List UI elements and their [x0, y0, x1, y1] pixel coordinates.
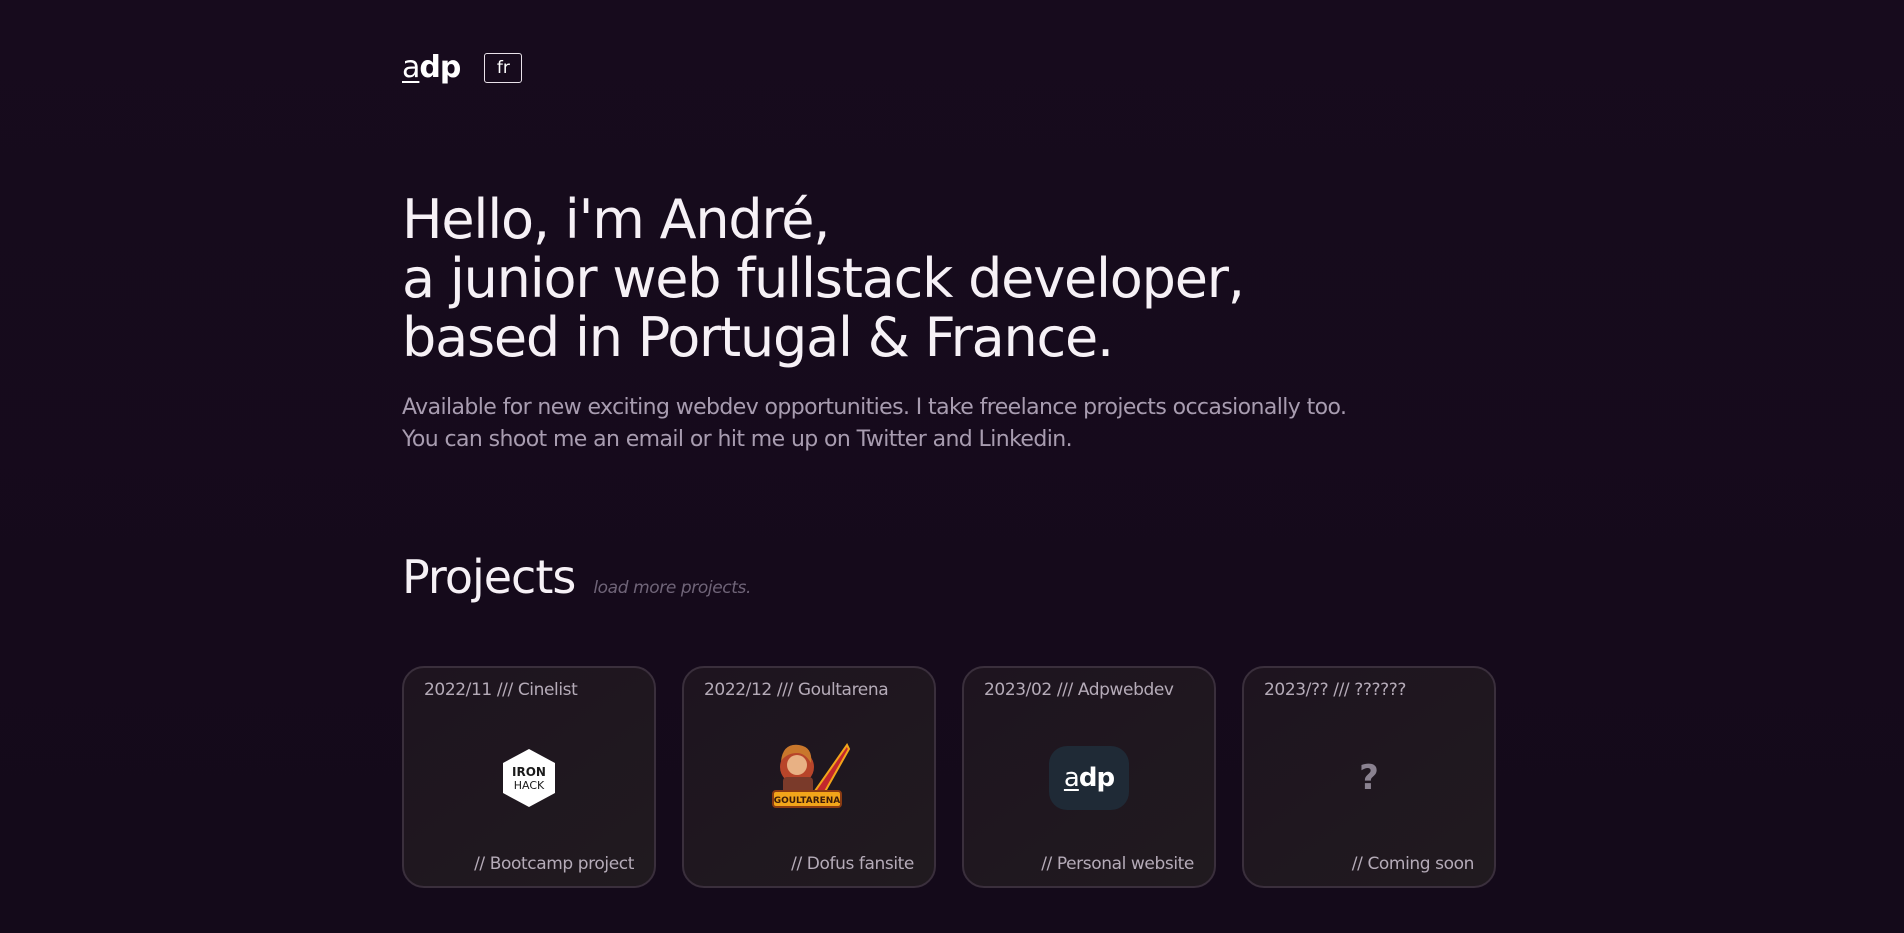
site-logo[interactable]: a dp	[402, 50, 461, 85]
language-toggle-button[interactable]: fr	[484, 52, 523, 83]
hero-line-1: Hello, i'm André,	[402, 188, 830, 251]
project-card-date-title: 2023/02 /// Adpwebdev	[984, 680, 1174, 700]
goultarena-logo-icon: GOULTARENA	[767, 737, 851, 819]
projects-title: Projects	[402, 550, 576, 604]
project-card-date-title: 2022/11 /// Cinelist	[424, 680, 578, 700]
logo-first-letter: a	[402, 50, 420, 85]
projects-grid: 2022/11 /// Cinelist IRON HACK // Bootca…	[402, 666, 1496, 888]
hero-subtitle: Available for new exciting webdev opport…	[402, 392, 1347, 456]
project-card-footer: // Bootcamp project	[474, 854, 634, 874]
project-card-cinelist[interactable]: 2022/11 /// Cinelist IRON HACK // Bootca…	[402, 666, 656, 888]
project-card-date-title: 2022/12 /// Goultarena	[704, 680, 889, 700]
site-header: a dp fr	[402, 50, 523, 85]
hero-line-3: based in Portugal & France.	[402, 306, 1114, 369]
adp-logo-icon: a dp	[1049, 746, 1129, 810]
ironhack-logo-line-2: HACK	[514, 779, 545, 792]
ironhack-logo-line-1: IRON	[512, 765, 546, 779]
hero-subtitle-line-1: Available for new exciting webdev opport…	[402, 395, 1347, 420]
project-card-date-title: 2023/?? /// ??????	[1264, 680, 1406, 700]
adp-badge-first-letter: a	[1063, 763, 1080, 793]
project-card-adpwebdev[interactable]: 2023/02 /// Adpwebdev a dp // Personal we…	[962, 666, 1216, 888]
question-mark-icon: ?	[1359, 758, 1379, 798]
goultarena-logo-text: GOULTARENA	[774, 796, 841, 806]
project-card-footer: // Coming soon	[1351, 854, 1475, 874]
adp-badge-rest: dp	[1078, 763, 1115, 793]
load-more-projects-link[interactable]: load more projects.	[593, 578, 751, 598]
page: a dp fr Hello, i'm André, a junior web fu…	[0, 0, 1904, 933]
project-card-footer: // Personal website	[1041, 854, 1194, 874]
project-card-footer: // Dofus fansite	[791, 854, 914, 874]
logo-rest: dp	[419, 50, 461, 85]
question-mark-text: ?	[1359, 758, 1379, 798]
ironhack-logo-icon: IRON HACK	[500, 747, 558, 809]
projects-header: Projects load more projects.	[402, 550, 751, 604]
project-card-coming-soon[interactable]: 2023/?? /// ?????? ? // Coming soon	[1242, 666, 1496, 888]
adp-logo-badge: a dp	[1049, 746, 1129, 810]
hero-line-2: a junior web fullstack developer,	[402, 247, 1245, 310]
hero-subtitle-line-2: You can shoot me an email or hit me up o…	[402, 427, 1073, 452]
project-card-goultarena[interactable]: 2022/12 /// Goultarena GOULTARENA // Dof…	[682, 666, 936, 888]
hero-title: Hello, i'm André, a junior web fullstack…	[402, 188, 1245, 369]
